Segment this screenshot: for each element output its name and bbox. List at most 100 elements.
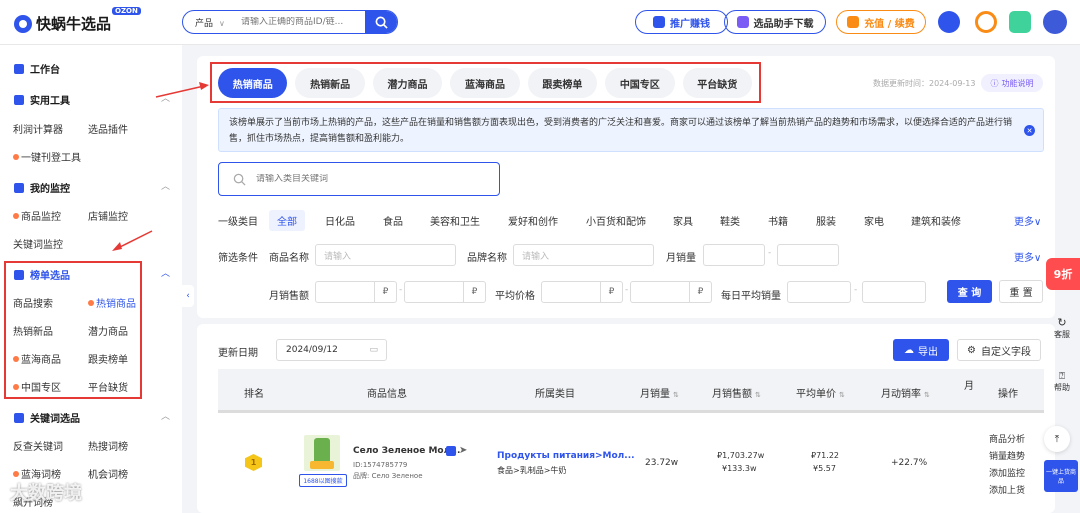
logo-text: 快蜗牛选品 — [36, 15, 112, 33]
assistant-download-button[interactable]: 选品助手下载 — [724, 10, 826, 34]
th-avg-price[interactable]: 平均单价 ⇅ — [796, 385, 845, 400]
product-brand: 品牌: Село Зеленое — [353, 472, 423, 480]
th-sell-through[interactable]: 月动销率 ⇅ — [881, 385, 930, 400]
action-sales-trend[interactable]: 销量趋势 — [989, 449, 1025, 462]
headset-icon[interactable] — [975, 11, 997, 33]
monthly-sales-min-input[interactable] — [703, 244, 765, 266]
home-icon — [14, 63, 24, 74]
sidebar-item-plugin[interactable]: 选品插件 — [88, 121, 128, 136]
th-product-info: 商品信息 — [367, 389, 407, 400]
sidebar-item-reverse-keyword[interactable]: 反查关键词 — [13, 438, 63, 453]
search-button[interactable] — [365, 11, 397, 33]
category-item[interactable]: 服装 — [816, 213, 836, 228]
category-item[interactable]: 小百货和配饰 — [586, 213, 646, 228]
notice-banner: 该榜单展示了当前市场上热销的产品，这些产品在销量和销售额方面表现出色，受到消费者… — [218, 108, 1044, 152]
category-item[interactable]: 家具 — [673, 213, 693, 228]
sidebar-monitor-header[interactable]: 我的监控 — [14, 180, 70, 195]
sidebar-item-opportunity[interactable]: 机会词榜 — [88, 466, 128, 481]
avatar[interactable] — [1043, 10, 1067, 34]
discount-badge[interactable]: 9折 — [1046, 258, 1080, 290]
revenue-max-input[interactable]: ₽ — [404, 281, 486, 303]
sidebar-item-product-monitor[interactable]: 商品监控 — [13, 208, 61, 223]
export-button[interactable]: ☁ 导出 — [893, 339, 949, 361]
sidebar-workbench[interactable]: 工作台 — [14, 61, 60, 76]
product-name[interactable]: Село Зеленое Мол... — [353, 446, 460, 456]
sidebar-item-profit-calculator[interactable]: 利润计算器 — [13, 121, 63, 136]
search-icon — [375, 16, 388, 29]
recharge-button[interactable]: 充值 / 续费 — [836, 10, 926, 34]
customer-service-button[interactable]: ↻ 客服 — [1044, 316, 1080, 340]
sort-icon: ⇅ — [673, 391, 679, 399]
image-search-tag[interactable]: 1688以图搜款 — [299, 474, 347, 487]
product-name-input[interactable]: 请输入 — [315, 244, 456, 266]
sidebar-item-one-click-listing[interactable]: 一键刊登工具 — [13, 149, 81, 164]
promo-button[interactable]: 推广赚钱 — [635, 10, 728, 34]
price-max-input[interactable]: ₽ — [630, 281, 712, 303]
category-item[interactable]: 食品 — [383, 213, 403, 228]
category-item[interactable]: 美容和卫生 — [430, 213, 480, 228]
sidebar-item-store-monitor[interactable]: 店铺监控 — [88, 208, 128, 223]
sidebar-keyword-header[interactable]: 关键词选品 — [14, 410, 80, 425]
close-icon[interactable]: ✕ — [1024, 125, 1035, 136]
th-truncated: 月 — [964, 381, 974, 392]
category-all[interactable]: 全部 — [269, 210, 305, 231]
collapse-sidebar-button[interactable]: ‹ — [182, 285, 194, 307]
help-rail-button[interactable]: ⍰ 帮助 — [1044, 371, 1080, 393]
logo[interactable]: 快蜗牛选品 OZON — [14, 7, 141, 34]
category-link[interactable]: Продукты питания>Мол... — [497, 451, 635, 461]
chevron-up-icon[interactable]: ︿ — [161, 409, 170, 422]
bell-icon[interactable] — [938, 11, 960, 33]
action-add-listing[interactable]: 添加上货 — [989, 483, 1025, 496]
sort-icon: ⇅ — [924, 391, 930, 399]
chevron-up-icon[interactable]: ︿ — [161, 266, 170, 279]
category-item[interactable]: 建筑和装修 — [911, 213, 961, 228]
product-id: ID:1574785779 — [353, 461, 408, 469]
back-to-top-icon[interactable]: ⤒ — [1044, 426, 1070, 452]
monthly-sales-max-input[interactable] — [777, 244, 839, 266]
action-add-monitor[interactable]: 添加监控 — [989, 466, 1025, 479]
app-icon[interactable] — [1009, 11, 1031, 33]
ruble-icon: ₽ — [463, 282, 485, 302]
category-item[interactable]: 日化品 — [325, 213, 355, 228]
price-min-input[interactable]: ₽ — [541, 281, 623, 303]
query-button[interactable]: 查 询 — [947, 280, 992, 303]
sidebar-item-hot-search[interactable]: 热搜词榜 — [88, 438, 128, 453]
sidebar-tools-header[interactable]: 实用工具 — [14, 92, 70, 107]
revenue-rub: ₽1,703.27w — [717, 451, 765, 460]
category-cn: 食品>乳制品>牛奶 — [497, 466, 567, 475]
category-search-input[interactable] — [256, 174, 476, 184]
search-input[interactable] — [241, 17, 359, 27]
sort-icon: ⇅ — [755, 391, 761, 399]
date-picker[interactable]: 2024/09/12 ▭ — [276, 339, 387, 361]
cloud-upload-icon: ☁ — [904, 344, 914, 356]
category-item[interactable]: 书籍 — [768, 213, 788, 228]
more-filters-button[interactable]: 更多∨ — [1014, 249, 1041, 264]
category-item[interactable]: 家电 — [864, 213, 884, 228]
brand-input[interactable]: 请输入 — [513, 244, 654, 266]
product-thumbnail[interactable] — [304, 435, 340, 471]
category-item[interactable]: 鞋类 — [720, 213, 740, 228]
copy-icon[interactable] — [446, 446, 456, 456]
toolbox-icon — [14, 94, 24, 105]
quick-upload-button[interactable]: 一键上货商品 — [1044, 460, 1078, 492]
more-categories-button[interactable]: 更多∨ — [1014, 213, 1041, 228]
search-category-select[interactable]: 产品 ∨ — [183, 16, 241, 29]
gear-icon: ⚙ — [967, 344, 976, 356]
update-time: 数据更新时间：2024-09-13 — [873, 79, 976, 88]
daily-avg-max-input[interactable] — [862, 281, 926, 303]
revenue-min-input[interactable]: ₽ — [315, 281, 397, 303]
category-item[interactable]: 爱好和创作 — [508, 213, 558, 228]
action-product-analysis[interactable]: 商品分析 — [989, 432, 1025, 445]
sidebar-item-keyword-monitor[interactable]: 关键词监控 — [13, 236, 63, 251]
th-monthly-sales[interactable]: 月销量 ⇅ — [640, 385, 679, 400]
reset-button[interactable]: 重 置 — [999, 280, 1043, 303]
daily-avg-min-input[interactable] — [787, 281, 851, 303]
help-button[interactable]: ⓘ 功能说明 — [981, 74, 1043, 92]
chevron-up-icon[interactable]: ︿ — [161, 179, 170, 192]
share-icon[interactable]: ➤ — [459, 445, 467, 456]
th-monthly-revenue[interactable]: 月销售额 ⇅ — [712, 385, 761, 400]
flame-icon — [14, 412, 24, 423]
custom-fields-button[interactable]: ⚙ 自定义字段 — [957, 339, 1041, 361]
sort-icon: ⇅ — [839, 391, 845, 399]
range-separator: - — [768, 248, 772, 258]
